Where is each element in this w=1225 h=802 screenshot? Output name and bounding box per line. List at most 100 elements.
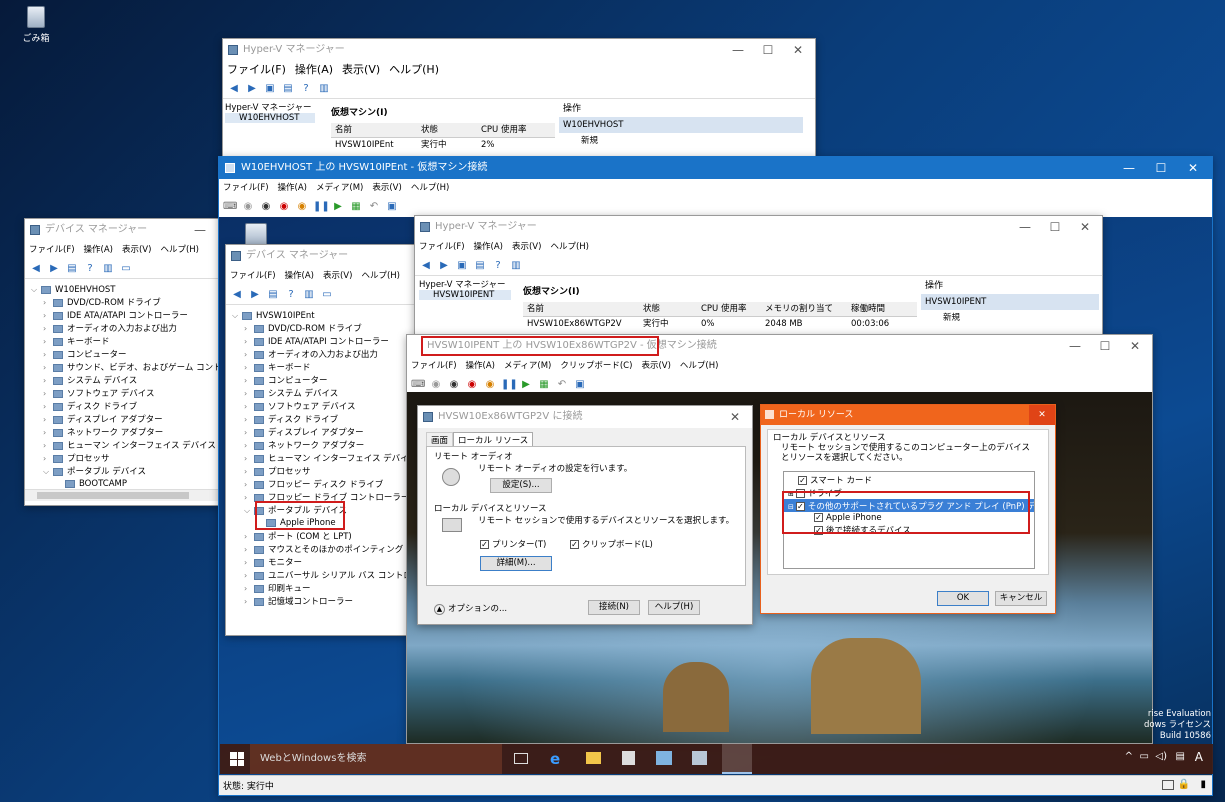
- tree-item[interactable]: › コンピューター: [31, 348, 219, 361]
- tree-item[interactable]: › ネットワーク アダプター: [232, 439, 416, 452]
- panel-icon[interactable]: ▥: [302, 289, 316, 301]
- ctrl-alt-del-icon[interactable]: ⌨: [411, 379, 425, 391]
- network-icon[interactable]: [656, 751, 672, 765]
- col-cpu[interactable]: CPU 使用率: [701, 302, 765, 316]
- col-cpu[interactable]: CPU 使用率: [481, 123, 527, 137]
- back-icon[interactable]: ◀: [230, 289, 244, 301]
- close-button[interactable]: ✕: [783, 39, 813, 61]
- actions-host[interactable]: HVSW10IPENT: [921, 294, 1099, 310]
- tree-root[interactable]: ⌵ HVSW10IPEnt: [232, 309, 416, 322]
- hyperv-taskbar-icon[interactable]: [692, 751, 707, 765]
- start-icon[interactable]: ◉: [241, 201, 255, 213]
- volume-icon[interactable]: ◁): [1155, 751, 1167, 762]
- settings-button[interactable]: 設定(S)...: [490, 478, 552, 493]
- tree-item[interactable]: › プロセッサ: [232, 465, 416, 478]
- menu-help[interactable]: ヘルプ(H): [389, 63, 439, 76]
- tree-item[interactable]: › システム デバイス: [232, 387, 416, 400]
- task-view-icon[interactable]: [514, 753, 528, 764]
- ctrl-alt-del-icon[interactable]: ⌨: [223, 201, 237, 213]
- close-button[interactable]: ✕: [1070, 216, 1100, 238]
- tree-item[interactable]: › ネットワーク アダプター: [31, 426, 219, 439]
- tree-item[interactable]: › オーディオの入力および出力: [232, 348, 416, 361]
- forward-icon[interactable]: ▶: [437, 260, 451, 272]
- ime-icon[interactable]: A: [1195, 750, 1203, 764]
- recycle-bin[interactable]: ごみ箱: [18, 6, 54, 44]
- enhanced-session-icon[interactable]: ▣: [385, 201, 399, 213]
- col-memory[interactable]: メモリの割り当て: [765, 302, 851, 316]
- store-icon[interactable]: [622, 751, 635, 765]
- menu-media[interactable]: メディア(M): [316, 183, 363, 193]
- menu-file[interactable]: ファイル(F): [230, 271, 276, 281]
- clipboard-checkbox[interactable]: ✓ クリップボード(L): [570, 538, 653, 550]
- back-icon[interactable]: ◀: [227, 83, 241, 95]
- tree-item[interactable]: › DVD/CD-ROM ドライブ: [31, 296, 219, 309]
- tree-item[interactable]: › ディスク ドライブ: [232, 413, 416, 426]
- windows-start-icon[interactable]: [230, 752, 244, 766]
- table-row[interactable]: HVSW10IPEnt 実行中 2%: [331, 138, 555, 152]
- search-box[interactable]: WebとWindowsを検索: [250, 744, 502, 774]
- close-button[interactable]: ✕: [720, 406, 750, 428]
- view-icon[interactable]: ▤: [473, 260, 487, 272]
- menu-help[interactable]: ヘルプ(H): [411, 183, 450, 193]
- tree-item[interactable]: › ディスプレイ アダプター: [31, 413, 219, 426]
- actions-host[interactable]: W10EHVHOST: [559, 117, 803, 133]
- view-icon[interactable]: ▤: [65, 263, 79, 275]
- horizontal-scrollbar[interactable]: [25, 489, 219, 501]
- panel-icon[interactable]: ▥: [317, 83, 331, 95]
- action-new[interactable]: 新規: [559, 133, 803, 149]
- details-button[interactable]: 詳細(M)...: [480, 556, 552, 571]
- menu-action[interactable]: 操作(A): [474, 242, 503, 252]
- resume-icon[interactable]: ▶: [519, 379, 533, 391]
- menu-file[interactable]: ファイル(F): [29, 245, 75, 255]
- tree-item[interactable]: › フロッピー ディスク ドライブ: [232, 478, 416, 491]
- tree-item[interactable]: ›サウンド、ビデオ、およびゲーム コントローラー: [31, 361, 219, 374]
- menu-file[interactable]: ファイル(F): [227, 63, 286, 76]
- tree-item[interactable]: › IDE ATA/ATAPI コントローラー: [232, 335, 416, 348]
- tree-item[interactable]: › ディスプレイ アダプター: [232, 426, 416, 439]
- forward-icon[interactable]: ▶: [248, 289, 262, 301]
- maximize-button[interactable]: ☐: [1090, 335, 1120, 357]
- options-toggle[interactable]: ▲ オプションの...: [434, 602, 507, 615]
- chevron-up-icon[interactable]: ^: [1125, 751, 1133, 762]
- revert-icon[interactable]: ↶: [367, 201, 381, 213]
- menu-file[interactable]: ファイル(F): [419, 242, 465, 252]
- minimize-button[interactable]: —: [1010, 216, 1040, 238]
- shutdown-icon[interactable]: ◉: [465, 379, 479, 391]
- list-item-smartcard[interactable]: ✓ スマート カード: [784, 472, 1034, 486]
- menu-view[interactable]: 表示(V): [342, 63, 380, 76]
- menu-action[interactable]: 操作(A): [295, 63, 333, 76]
- printer-checkbox[interactable]: ✓ プリンター(T): [480, 538, 546, 550]
- view-icon[interactable]: ▤: [281, 83, 295, 95]
- checkpoint-icon[interactable]: ▦: [537, 379, 551, 391]
- folder-icon[interactable]: ▣: [455, 260, 469, 272]
- tree-item[interactable]: › ソフトウェア デバイス: [31, 387, 219, 400]
- shutdown-icon[interactable]: ◉: [277, 201, 291, 213]
- enhanced-session-icon[interactable]: ▣: [573, 379, 587, 391]
- action-new[interactable]: 新規: [921, 310, 1099, 326]
- menu-view[interactable]: 表示(V): [641, 361, 670, 371]
- col-state[interactable]: 状態: [643, 302, 701, 316]
- menu-view[interactable]: 表示(V): [323, 271, 352, 281]
- col-state[interactable]: 状態: [421, 123, 481, 137]
- menu-action[interactable]: 操作(A): [285, 271, 314, 281]
- monitor-icon[interactable]: ▭: [320, 289, 334, 301]
- help-icon[interactable]: ?: [299, 83, 313, 95]
- ok-button[interactable]: OK: [937, 591, 989, 606]
- edge-icon[interactable]: e: [550, 750, 560, 768]
- help-icon[interactable]: ?: [284, 289, 298, 301]
- monitor-icon[interactable]: ▭: [119, 263, 133, 275]
- close-button[interactable]: ✕: [1120, 335, 1150, 357]
- save-icon[interactable]: ◉: [483, 379, 497, 391]
- turn-off-icon[interactable]: ◉: [259, 201, 273, 213]
- close-button[interactable]: ✕: [1178, 157, 1208, 179]
- tree-item[interactable]: › IDE ATA/ATAPI コントローラー: [31, 309, 219, 322]
- tree-item[interactable]: › ソフトウェア デバイス: [232, 400, 416, 413]
- table-row[interactable]: HVSW10Ex86WTGP2V 実行中 0% 2048 MB 00:03:06: [523, 317, 917, 331]
- tree-item[interactable]: › システム デバイス: [31, 374, 219, 387]
- vm-connection-taskbar-icon[interactable]: [722, 744, 752, 774]
- menu-action[interactable]: 操作(A): [84, 245, 113, 255]
- forward-icon[interactable]: ▶: [47, 263, 61, 275]
- menu-file[interactable]: ファイル(F): [223, 183, 269, 193]
- folder-icon[interactable]: ▣: [263, 83, 277, 95]
- cancel-button[interactable]: キャンセル: [995, 591, 1047, 606]
